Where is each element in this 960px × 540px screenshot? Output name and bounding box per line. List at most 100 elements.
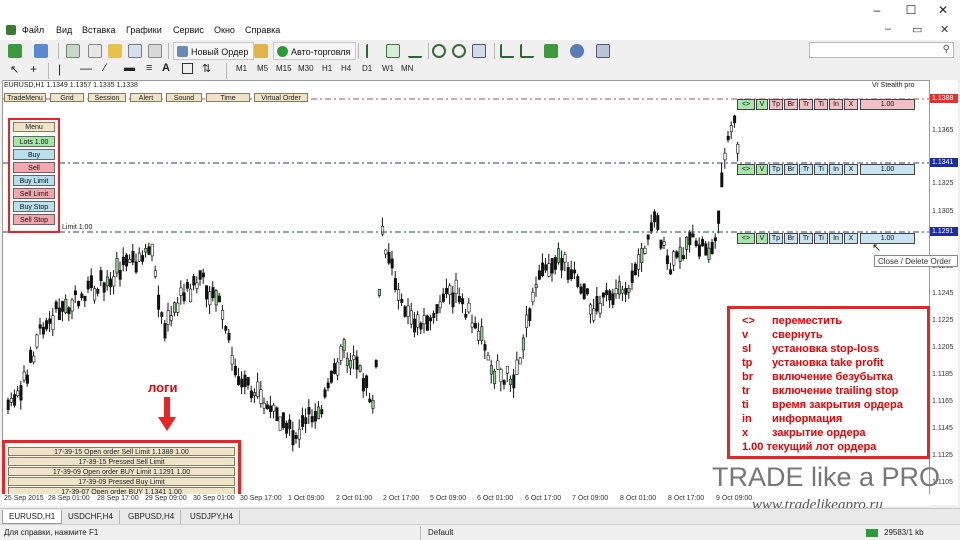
menu-window[interactable]: Окно: [214, 25, 235, 35]
order-lot-field[interactable]: 1.00: [860, 99, 915, 110]
move-order-button[interactable]: <>: [737, 164, 755, 175]
tf-mn[interactable]: MN: [401, 64, 413, 73]
indicators-icon[interactable]: [544, 44, 558, 58]
take-profit-button[interactable]: Tp: [769, 164, 783, 175]
sell-limit-button[interactable]: Sell Limit: [13, 188, 55, 199]
buy-button[interactable]: Buy: [13, 149, 55, 160]
collapse-order-button[interactable]: V: [756, 164, 768, 175]
tester-icon[interactable]: [148, 44, 162, 58]
arrows-icon[interactable]: ⇅: [202, 62, 211, 75]
sell-button[interactable]: Sell: [13, 162, 55, 173]
trendline-icon[interactable]: ∕: [104, 62, 106, 74]
new-order-button[interactable]: Новый Ордер: [173, 42, 255, 60]
autotrading-button[interactable]: Авто-торговля: [273, 42, 357, 60]
move-order-button[interactable]: <>: [737, 99, 755, 110]
info-button[interactable]: In: [829, 164, 843, 175]
candlestick-icon[interactable]: [386, 44, 400, 58]
channel-icon[interactable]: ▬: [124, 62, 135, 74]
text-label-icon[interactable]: [182, 63, 193, 74]
trailing-stop-button[interactable]: Tr: [799, 99, 813, 110]
tab-time[interactable]: Time: [206, 93, 250, 102]
tile-windows-icon[interactable]: [472, 44, 486, 58]
breakeven-button[interactable]: Br: [784, 164, 798, 175]
sell-stop-button[interactable]: Sell Stop: [13, 214, 55, 225]
chart-tab-usdchf[interactable]: USDCHF,H4: [62, 510, 120, 524]
profiles-icon[interactable]: [34, 44, 48, 58]
menu-tools[interactable]: Сервис: [173, 25, 204, 35]
tf-w1[interactable]: W1: [382, 64, 394, 73]
tab-alert[interactable]: Alert: [130, 93, 162, 102]
horizontal-line-icon[interactable]: —: [80, 61, 92, 75]
close-icon[interactable]: ✕: [928, 2, 958, 18]
move-order-button[interactable]: <>: [737, 233, 755, 244]
close-order-button[interactable]: X: [844, 99, 858, 110]
chart-tab-gbpusd[interactable]: GBPUSD,H4: [122, 510, 182, 524]
close-time-button[interactable]: Ti: [814, 99, 828, 110]
meta-editor-icon[interactable]: [254, 44, 268, 58]
trailing-stop-button[interactable]: Tr: [799, 233, 813, 244]
candle-body: [400, 299, 404, 303]
order-lot-field[interactable]: 1.00: [860, 164, 915, 175]
new-chart-icon[interactable]: [8, 44, 22, 58]
tab-trademenu[interactable]: TradeMenu: [4, 93, 46, 102]
line-chart-icon[interactable]: [408, 44, 422, 58]
chart-shift-icon[interactable]: [500, 44, 514, 58]
tf-m5[interactable]: M5: [257, 64, 268, 73]
vertical-line-icon[interactable]: |: [58, 62, 61, 76]
menu-charts[interactable]: Графики: [126, 25, 162, 35]
minimize-icon[interactable]: –: [862, 2, 892, 18]
collapse-order-button[interactable]: V: [756, 99, 768, 110]
text-tool-icon[interactable]: A: [162, 62, 170, 74]
close-time-button[interactable]: Ti: [814, 164, 828, 175]
take-profit-button[interactable]: Tp: [769, 233, 783, 244]
buy-limit-button[interactable]: Buy Limit: [13, 175, 55, 186]
tf-m15[interactable]: M15: [276, 64, 292, 73]
chart-tab-usdjpy[interactable]: USDJPY,H4: [184, 510, 240, 524]
collapse-order-button[interactable]: V: [756, 233, 768, 244]
zoom-in-icon[interactable]: [432, 44, 446, 58]
buy-stop-button[interactable]: Buy Stop: [13, 201, 55, 212]
menu-help[interactable]: Справка: [245, 25, 280, 35]
order-lot-field[interactable]: 1.00: [860, 233, 915, 244]
mdi-restore-icon[interactable]: ▭: [912, 23, 922, 36]
menu-file[interactable]: Файл: [22, 25, 44, 35]
fibonacci-icon[interactable]: ≡: [146, 62, 152, 74]
tf-h4[interactable]: H4: [341, 64, 351, 73]
zoom-out-icon[interactable]: [452, 44, 466, 58]
trailing-stop-button[interactable]: Tr: [799, 164, 813, 175]
close-order-button[interactable]: X: [844, 233, 858, 244]
tf-m30[interactable]: M30: [298, 64, 314, 73]
mdi-close-icon[interactable]: ✕: [940, 23, 949, 36]
navigator-icon[interactable]: [108, 44, 122, 58]
maximize-icon[interactable]: ☐: [896, 2, 926, 18]
terminal-icon[interactable]: [128, 44, 142, 58]
tab-virtual-order[interactable]: Virtual Order: [254, 93, 308, 102]
tf-h1[interactable]: H1: [322, 64, 332, 73]
data-window-icon[interactable]: [88, 44, 102, 58]
chart-tab-eurusd[interactable]: EURUSD,H1: [2, 510, 63, 524]
lots-button[interactable]: Lots 1.00: [13, 136, 55, 147]
search-input[interactable]: ⚲: [809, 42, 954, 58]
tab-session[interactable]: Session: [88, 93, 126, 102]
close-order-button[interactable]: X: [844, 164, 858, 175]
market-watch-icon[interactable]: [66, 44, 80, 58]
tf-m1[interactable]: M1: [236, 64, 247, 73]
menu-insert[interactable]: Вставка: [82, 25, 115, 35]
templates-icon[interactable]: [596, 44, 610, 58]
breakeven-button[interactable]: Br: [784, 99, 798, 110]
menu-view[interactable]: Вид: [56, 25, 72, 35]
info-button[interactable]: In: [829, 233, 843, 244]
tf-d1[interactable]: D1: [362, 64, 372, 73]
take-profit-button[interactable]: Tp: [769, 99, 783, 110]
close-time-button[interactable]: Ti: [814, 233, 828, 244]
periods-icon[interactable]: [570, 44, 584, 58]
info-button[interactable]: In: [829, 99, 843, 110]
tab-sound[interactable]: Sound: [166, 93, 202, 102]
bar-chart-icon[interactable]: [366, 44, 380, 58]
mdi-minimize-icon[interactable]: –: [885, 23, 891, 35]
crosshair-icon[interactable]: +: [30, 62, 37, 76]
breakeven-button[interactable]: Br: [784, 233, 798, 244]
tab-grid[interactable]: Grid: [50, 93, 84, 102]
autoscroll-icon[interactable]: [520, 44, 534, 58]
cursor-icon[interactable]: ↖: [10, 63, 19, 76]
